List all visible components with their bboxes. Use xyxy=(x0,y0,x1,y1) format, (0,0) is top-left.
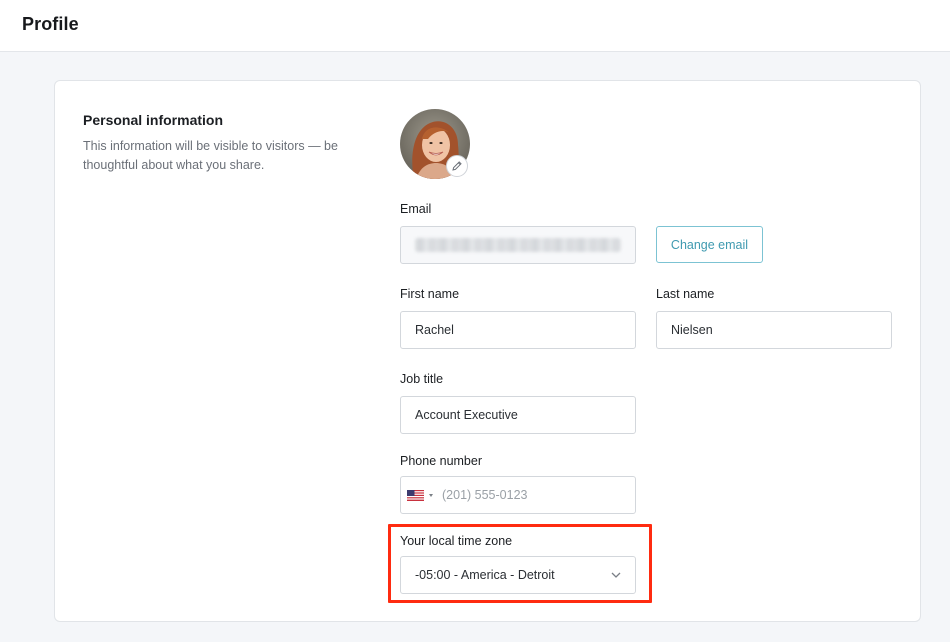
job-title-field[interactable]: Account Executive xyxy=(400,396,636,434)
phone-number-placeholder: (201) 555-0123 xyxy=(442,488,528,502)
pencil-icon xyxy=(452,161,462,171)
job-title-value: Account Executive xyxy=(415,408,518,422)
time-zone-value: -05:00 - America - Detroit xyxy=(415,568,555,582)
email-label: Email xyxy=(400,202,432,216)
time-zone-select[interactable]: -05:00 - America - Detroit xyxy=(400,556,636,594)
avatar-container xyxy=(400,109,470,179)
last-name-field[interactable]: Nielsen xyxy=(656,311,892,349)
job-title-label: Job title xyxy=(400,372,444,386)
chevron-down-icon xyxy=(611,572,621,578)
phone-number-field[interactable]: (201) 555-0123 xyxy=(400,476,636,514)
first-name-value: Rachel xyxy=(415,323,454,337)
country-dropdown-caret-icon[interactable] xyxy=(429,493,433,497)
first-name-field[interactable]: Rachel xyxy=(400,311,636,349)
last-name-label: Last name xyxy=(656,287,715,301)
phone-number-label: Phone number xyxy=(400,454,483,468)
section-description: This information will be visible to visi… xyxy=(83,139,338,172)
redacted-email-value xyxy=(415,238,621,252)
edit-avatar-button[interactable] xyxy=(446,155,468,177)
page-title: Profile xyxy=(22,14,79,34)
us-flag-icon[interactable] xyxy=(407,489,424,501)
personal-information-card: Personal information This information wi… xyxy=(54,80,921,622)
time-zone-label: Your local time zone xyxy=(400,534,513,548)
top-bar: Profile xyxy=(0,0,950,52)
change-email-button[interactable]: Change email xyxy=(656,226,763,263)
section-title: Personal information xyxy=(83,112,224,128)
first-name-label: First name xyxy=(400,287,460,301)
email-field[interactable] xyxy=(400,226,636,264)
last-name-value: Nielsen xyxy=(671,323,713,337)
